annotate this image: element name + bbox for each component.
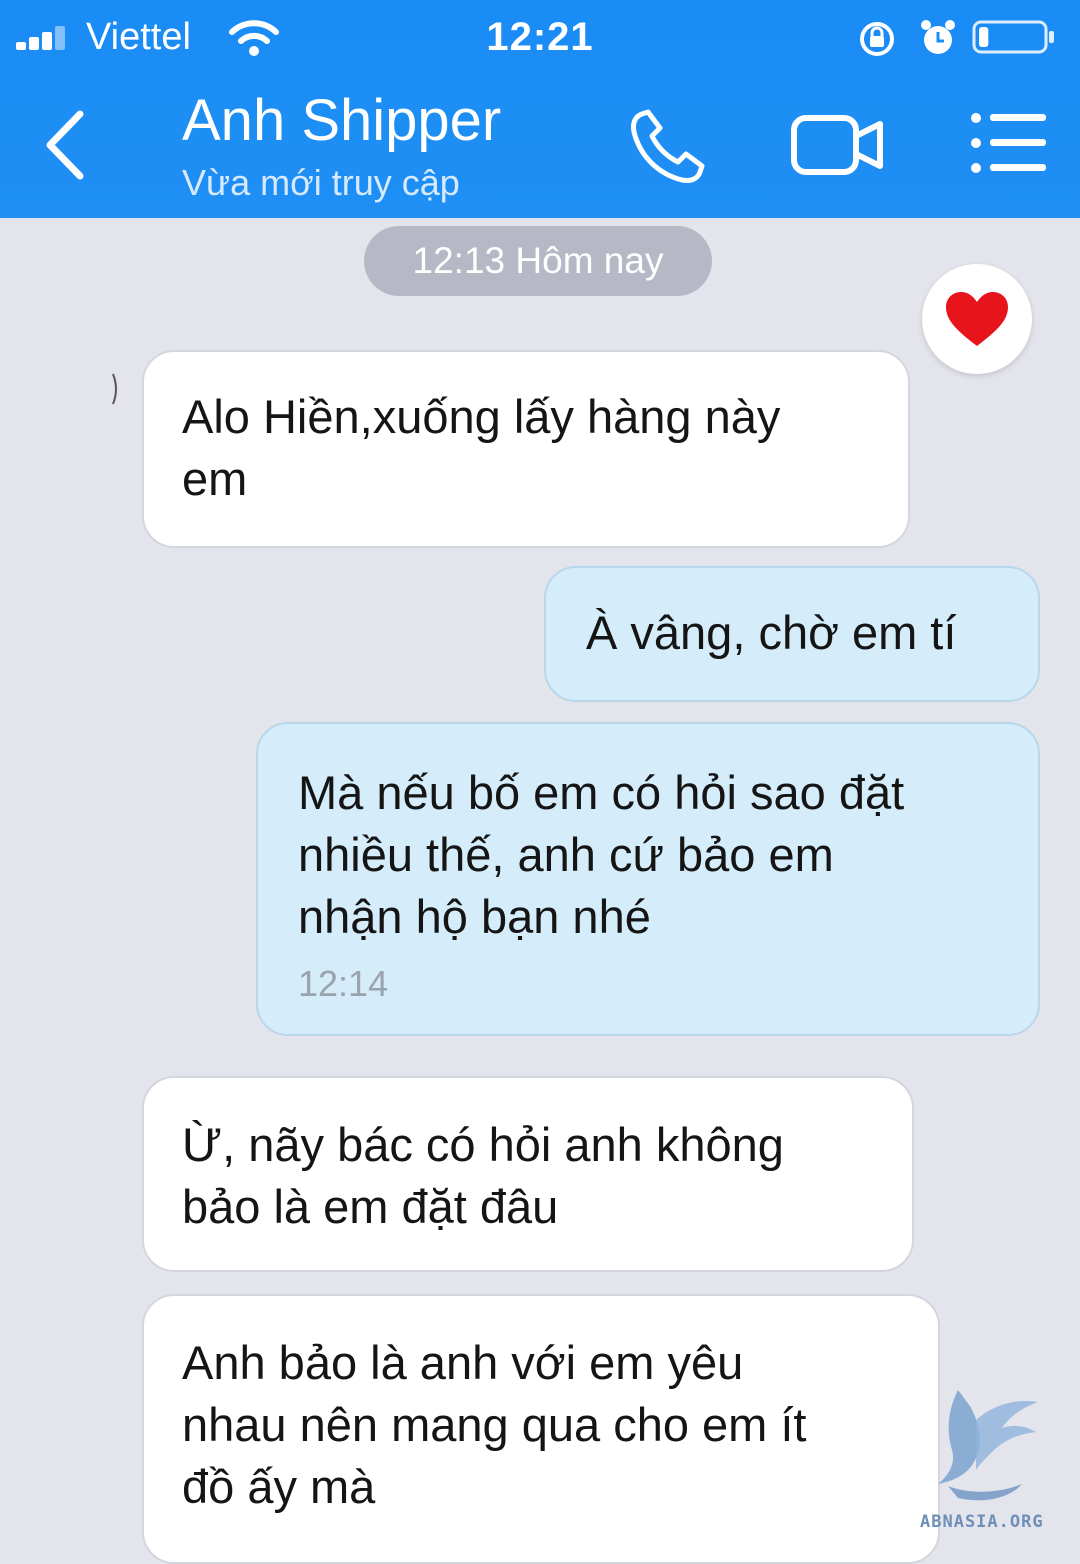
date-separator: 12:13 Hôm nay xyxy=(364,226,712,296)
dragon-logo-icon xyxy=(938,1390,1038,1501)
edge-mark xyxy=(112,373,117,405)
back-chevron-icon[interactable] xyxy=(36,106,100,184)
status-time: 12:21 xyxy=(486,15,594,59)
watermark-text: ABNASIA.ORG xyxy=(920,1512,1044,1532)
video-camera-icon[interactable] xyxy=(790,110,886,180)
message-incoming[interactable]: Alo Hiền,xuống lấy hàng này em xyxy=(142,350,910,548)
message-time: 12:14 xyxy=(298,963,389,1004)
heart-icon xyxy=(946,292,1008,346)
message-text: Anh bảo là anh với em yêu nhau nên mang … xyxy=(182,1336,807,1513)
message-incoming[interactable]: Ừ, nãy bác có hỏi anh không bảo là em đặ… xyxy=(142,1076,914,1272)
status-bar: Viettel 12:21 xyxy=(0,0,1080,76)
menu-list-icon[interactable] xyxy=(968,108,1050,180)
contact-status: Vừa mới truy cập xyxy=(182,162,460,203)
message-text: Mà nếu bố em có hỏi sao đặt nhiều thế, a… xyxy=(298,766,905,943)
orientation-lock-icon xyxy=(860,22,894,56)
message-outgoing[interactable]: Mà nếu bố em có hỏi sao đặt nhiều thế, a… xyxy=(256,722,1040,1036)
chat-header: Viettel 12:21 Anh Shipper Vừa mới truy c… xyxy=(0,0,1080,218)
heart-reaction-button[interactable] xyxy=(922,264,1032,374)
contact-name[interactable]: Anh Shipper xyxy=(182,88,501,154)
message-outgoing[interactable]: À vâng, chờ em tí xyxy=(544,566,1040,702)
battery-icon xyxy=(972,20,1054,54)
phone-icon[interactable] xyxy=(626,104,710,188)
message-text: À vâng, chờ em tí xyxy=(586,606,957,659)
message-text: Ừ, nãy bác có hỏi anh không bảo là em đặ… xyxy=(182,1118,784,1233)
message-incoming[interactable]: Anh bảo là anh với em yêu nhau nên mang … xyxy=(142,1294,940,1564)
message-text: Alo Hiền,xuống lấy hàng này em xyxy=(182,390,781,505)
alarm-icon xyxy=(921,20,955,54)
